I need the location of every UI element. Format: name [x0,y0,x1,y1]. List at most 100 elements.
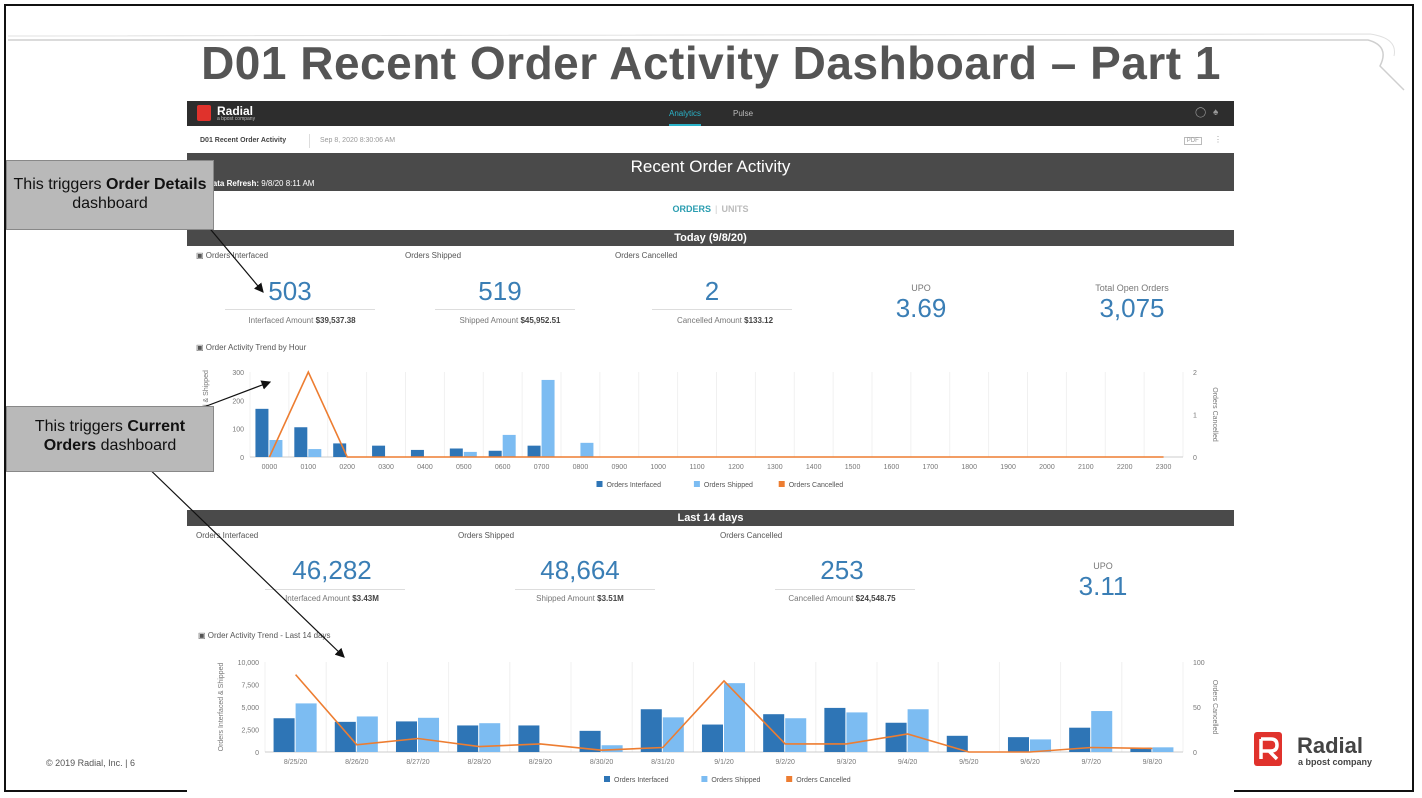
bar-shipped [502,434,516,457]
legend-label: Orders Interfaced [614,777,669,784]
orders-units-toggle: ORDERS | UNITS [672,204,749,214]
x-tick-label: 1400 [806,464,822,471]
today-open-value[interactable]: 3,075 [1067,293,1197,324]
today-upo-value: 3.69 [895,293,947,323]
x-tick-label: 2300 [1156,464,1172,471]
bar-shipped [1091,711,1113,752]
toggle-orders[interactable]: ORDERS [672,204,711,214]
x-tick-label: 2100 [1078,464,1094,471]
last14-upo-label: UPO [1093,561,1113,571]
bar-interfaced [410,449,424,457]
today-shipped-amount: Shipped Amount $45,952.51 [459,316,561,325]
expand-icon: ▣ [198,631,208,640]
x-tick-label: 0200 [339,464,355,471]
pdf-export-button[interactable]: PDF [1183,137,1202,145]
y-tick-label: 300 [232,370,244,377]
x-tick-label: 8/28/20 [468,759,491,766]
y2-tick-label: 0 [1193,455,1197,462]
today-interfaced-value[interactable]: 503 [225,276,355,307]
x-tick-label: 8/25/20 [284,759,307,766]
x-tick-label: 0300 [378,464,394,471]
logo-text: Radial [1297,733,1364,758]
bar-interfaced [701,724,723,752]
user-icon[interactable]: ♠ [1213,107,1218,118]
x-tick-label: 8/29/20 [529,759,552,766]
legend-swatch [693,481,700,487]
legend-label: Orders Cancelled [796,777,851,784]
expand-icon: ▣ [196,251,206,260]
x-tick-label: 8/30/20 [590,759,613,766]
hourly-chart-svg: 0100200300012Orders Interfaced & Shipped… [203,370,1218,489]
dashboard-name: D01 Recent Order Activity [200,137,287,144]
today-cancelled-label: Orders Cancelled [615,251,678,260]
more-options-icon[interactable]: ⋮ [1214,135,1222,144]
last14-chart-title[interactable]: ▣ Order Activity Trend - Last 14 days [198,631,331,640]
x-tick-label: 0800 [573,464,589,471]
last14-interfaced-amount: Interfaced Amount $3.43M [285,594,379,603]
bell-icon[interactable]: ◯ [1195,107,1206,118]
today-cancelled-amount: Cancelled Amount $133.12 [676,316,774,325]
last14-shipped-value[interactable]: 48,664 [505,555,655,586]
today-interfaced-amount: Interfaced Amount $39,537.38 [248,316,356,325]
today-cancelled-value[interactable]: 2 [647,276,777,307]
app-brand-sub: a bpost company [217,116,256,122]
last14-interfaced-value[interactable]: 46,282 [257,555,407,586]
bar-shipped [846,712,868,752]
y-tick-label: 7,500 [241,683,259,690]
x-tick-label: 2000 [1039,464,1055,471]
bar-interfaced [488,450,502,457]
bar-shipped [1152,747,1174,752]
daily-chart: 0 2,500 5,000 7,500 10,000 0 50 100 Orders Inter… [187,647,1234,793]
y-tick-label: 0 [240,455,244,462]
y-tick-label: 2,500 [241,728,259,735]
x-tick-label: 8/31/20 [651,759,674,766]
bar-interfaced [518,725,540,752]
today-interfaced-label[interactable]: ▣ Orders Interfaced [196,251,268,260]
hourly-chart: 0100200300012Orders Interfaced & Shipped… [187,357,1234,499]
x-tick-label: 9/5/20 [959,759,979,766]
bar-interfaced [1007,737,1029,752]
legend-swatch [701,776,708,782]
bar-interfaced [255,408,269,457]
x-tick-label: 1100 [690,464,705,471]
legend-label: Orders Cancelled [789,482,844,489]
x-tick-label: 1900 [1000,464,1016,471]
x-tick-label: 9/2/20 [775,759,795,766]
toggle-units[interactable]: UNITS [722,204,749,214]
bar-interfaced [273,718,295,752]
last14-cancelled-value[interactable]: 253 [767,555,917,586]
bar-interfaced [640,709,662,752]
y-tick-label: 5,000 [241,705,259,712]
legend-label: Orders Shipped [704,482,753,489]
tab-pulse[interactable]: Pulse [733,109,753,118]
slide-title: D01 Recent Order Activity Dashboard – Pa… [201,37,1221,89]
legend-swatch [786,776,793,782]
legend-swatch [596,481,603,487]
bar-shipped [418,717,440,752]
today-open-label: Total Open Orders [1095,283,1169,293]
header-title: Recent Order Activity [630,157,791,176]
bar-shipped [724,683,746,752]
legend-swatch [778,481,785,487]
y-tick-label: 10,000 [238,660,260,667]
y2-tick-label: 2 [1193,370,1197,377]
x-tick-label: 8/26/20 [345,759,368,766]
x-tick-label: 1800 [961,464,977,471]
x-tick-label: 0500 [456,464,472,471]
today-shipped-value[interactable]: 519 [435,276,565,307]
bar-interfaced [946,735,968,752]
x-tick-label: 1700 [923,464,939,471]
bar-interfaced [527,445,541,457]
x-tick-label: 1300 [767,464,783,471]
bar-shipped [580,442,594,457]
last14-shipped-amount: Shipped Amount $3.51M [536,594,624,603]
x-tick-label: 0700 [534,464,550,471]
tab-analytics[interactable]: Analytics [669,109,702,126]
x-tick-label: 0000 [262,464,278,471]
bar-interfaced [372,445,386,457]
today-chart-title[interactable]: ▣ Order Activity Trend by Hour [196,343,306,352]
last14-section-bar: Last 14 days [187,510,1234,526]
x-tick-label: 0900 [612,464,628,471]
y-tick-label: 0 [255,750,259,757]
x-tick-label: 1000 [650,464,666,471]
